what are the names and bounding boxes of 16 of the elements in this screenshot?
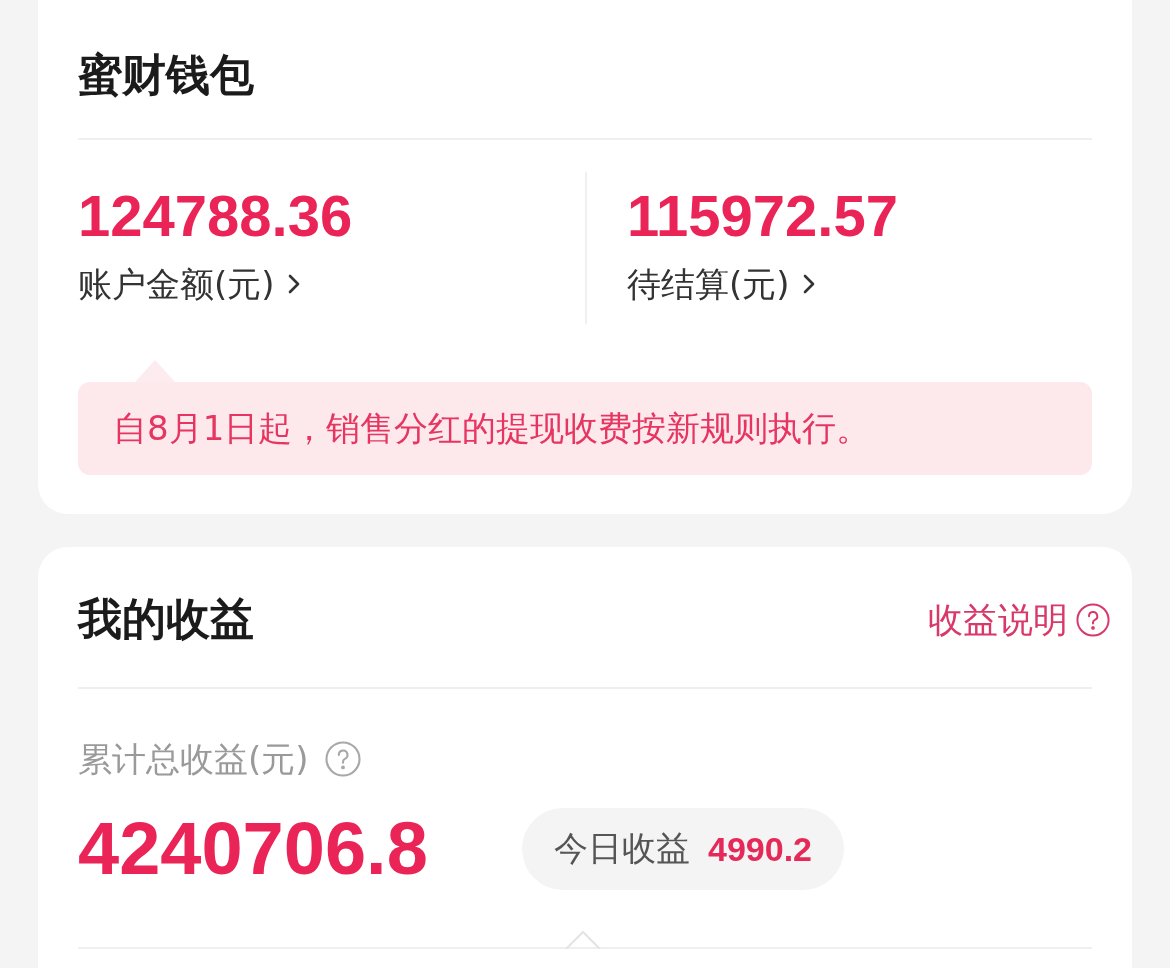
balance-amount: 115972.57 xyxy=(627,184,898,248)
earnings-info-link[interactable]: 收益说明 xyxy=(928,592,1110,648)
balance-link[interactable]: 账户金额(元) xyxy=(78,262,301,306)
help-icon[interactable] xyxy=(324,741,361,777)
today-earnings-value: 4990.2 xyxy=(708,829,812,869)
chevron-right-icon xyxy=(286,273,301,295)
chevron-right-icon xyxy=(801,273,816,295)
help-icon xyxy=(1076,603,1110,637)
balance-amount: 124788.36 xyxy=(78,184,353,248)
earnings-title: 我的收益 xyxy=(78,592,254,646)
total-earnings-label: 累计总收益(元) xyxy=(78,738,309,781)
notice-banner: 自8月1日起，销售分红的提现收费按新规则执行。 xyxy=(78,382,1092,475)
total-earnings-amount: 4240706.8 xyxy=(78,806,428,892)
balance-link[interactable]: 待结算(元) xyxy=(627,262,816,306)
today-earnings-label: 今日收益 xyxy=(554,827,690,870)
wallet-title: 蜜财钱包 xyxy=(78,48,254,102)
